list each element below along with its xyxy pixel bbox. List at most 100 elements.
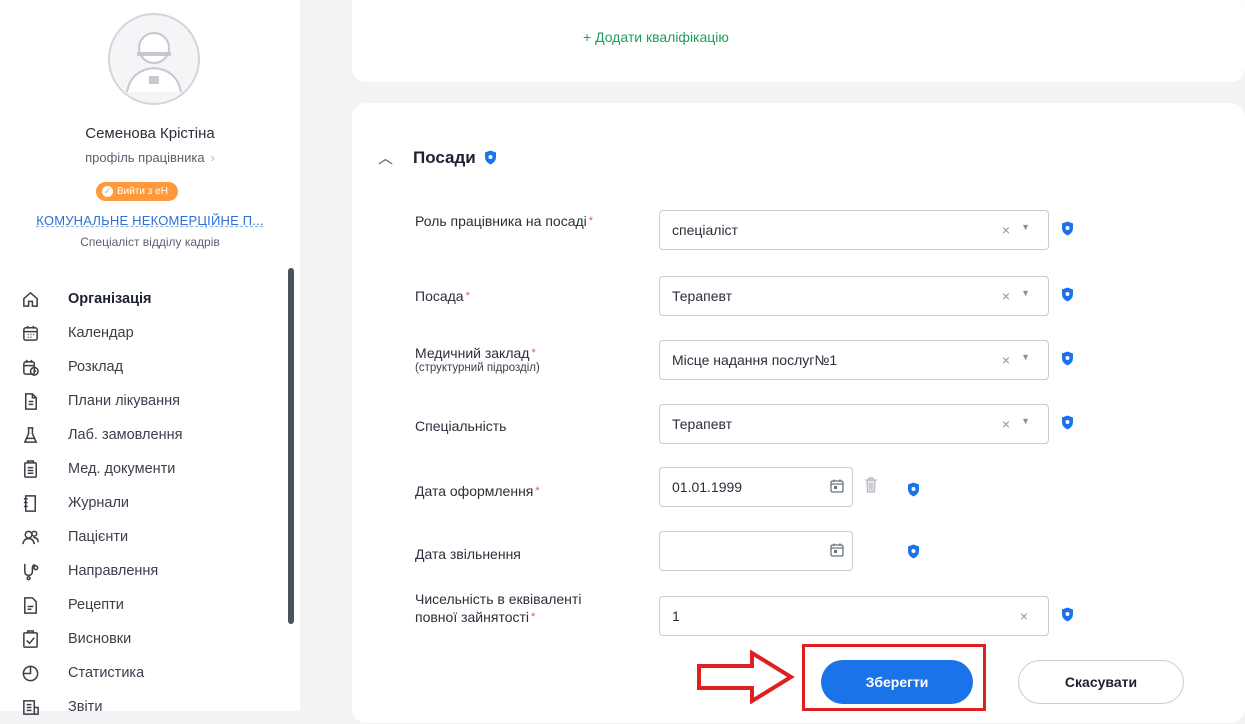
role-select[interactable]: спеціаліст × ▼: [659, 210, 1049, 250]
chevron-down-icon[interactable]: ▼: [1021, 288, 1030, 298]
role-label-wrap: Роль працівника на посаді *: [415, 212, 625, 230]
start-date-label-wrap: Дата оформлення *: [415, 482, 540, 500]
specialty-label-wrap: Спеціальність: [415, 417, 506, 435]
sidebar: Семенова Крістіна профіль працівника › ✓ …: [0, 0, 300, 715]
role-label: Роль працівника на посаді: [415, 213, 587, 229]
sidebar-item-label: Лаб. замовлення: [68, 427, 183, 443]
patients-icon: [20, 527, 40, 547]
organization-name[interactable]: КОМУНАЛЬНЕ НЕКОМЕРЦІЙНЕ П...: [0, 213, 300, 228]
sidebar-item-label: Організація: [68, 291, 152, 307]
calendar-icon: [20, 323, 40, 343]
clear-icon[interactable]: ×: [1002, 352, 1010, 368]
sidebar-item-schedule[interactable]: Розклад: [20, 350, 182, 384]
sidebar-item-label: Звіти: [68, 699, 103, 715]
sidebar-item-label: Мед. документи: [68, 461, 176, 477]
clear-icon[interactable]: ×: [1002, 288, 1010, 304]
sidebar-item-conclusions[interactable]: Висновки: [20, 622, 182, 656]
sidebar-item-treatment-plans[interactable]: Плани лікування: [20, 384, 182, 418]
end-date-input[interactable]: [659, 531, 853, 571]
end-date-label: Дата звільнення: [415, 546, 521, 562]
sidebar-scrollbar[interactable]: [288, 268, 294, 624]
sidebar-item-calendar[interactable]: Календар: [20, 316, 182, 350]
clear-icon[interactable]: ×: [1002, 416, 1010, 432]
schedule-icon: [20, 357, 40, 377]
logout-badge[interactable]: ✓ Вийти з еН: [96, 182, 178, 201]
sidebar-item-lab-orders[interactable]: Лаб. замовлення: [20, 418, 182, 452]
sidebar-item-journals[interactable]: Журнали: [20, 486, 182, 520]
sidebar-item-label: Журнали: [68, 495, 130, 511]
profile-link-label: профіль працівника: [85, 150, 205, 165]
annotation-highlight-box: [802, 644, 986, 711]
chevron-down-icon[interactable]: ▼: [1021, 222, 1030, 232]
chevron-up-icon[interactable]: ︿: [378, 147, 393, 168]
journal-icon: [20, 493, 40, 513]
sidebar-item-statistics[interactable]: Статистика: [20, 656, 182, 690]
position-select[interactable]: Терапевт × ▼: [659, 276, 1049, 316]
facility-label: Медичний заклад: [415, 345, 530, 361]
sidebar-item-label: Статистика: [68, 665, 145, 681]
logout-badge-label: Вийти з еН: [117, 186, 168, 197]
reports-icon: [20, 697, 40, 717]
specialty-select[interactable]: Терапевт × ▼: [659, 404, 1049, 444]
sidebar-item-prescriptions[interactable]: Рецепти: [20, 588, 182, 622]
sidebar-item-label: Рецепти: [68, 597, 124, 613]
statistics-icon: [20, 663, 40, 683]
avatar[interactable]: [107, 12, 201, 106]
conclusion-icon: [20, 629, 40, 649]
start-date-input[interactable]: 01.01.1999: [659, 467, 853, 507]
check-circle-icon: ✓: [102, 186, 113, 197]
position-value: Терапевт: [672, 288, 733, 304]
fte-value: 1: [672, 608, 680, 624]
fte-input[interactable]: 1 ×: [659, 596, 1049, 636]
shield-icon: [1061, 351, 1074, 371]
flask-icon: [20, 425, 40, 445]
sidebar-item-reports[interactable]: Звіти: [20, 690, 182, 724]
user-role: Спеціаліст відділу кадрів: [80, 235, 220, 249]
facility-select[interactable]: Місце надання послуг№1 × ▼: [659, 340, 1049, 380]
add-qualification-link[interactable]: + Додати кваліфікацію: [583, 29, 729, 45]
shield-icon: [1061, 415, 1074, 435]
fte-label-wrap: Чисельність в еквіваленті повної зайнято…: [415, 590, 605, 626]
facility-value: Місце надання послуг№1: [672, 352, 838, 368]
shield-icon: [907, 482, 920, 502]
sidebar-item-label: Плани лікування: [68, 393, 180, 409]
clear-icon[interactable]: ×: [1020, 608, 1028, 624]
profile-link[interactable]: профіль працівника ›: [0, 150, 300, 165]
sidebar-item-label: Розклад: [68, 359, 124, 375]
clear-icon[interactable]: ×: [1002, 222, 1010, 238]
sidebar-item-organization[interactable]: Організація: [20, 282, 182, 316]
chevron-down-icon[interactable]: ▼: [1021, 416, 1030, 426]
facility-sublabel: (структурний підрозділ): [415, 362, 540, 374]
start-date-value: 01.01.1999: [672, 479, 743, 495]
sidebar-item-referrals[interactable]: Направлення: [20, 554, 182, 588]
start-date-label: Дата оформлення: [415, 483, 534, 499]
sidebar-item-medical-documents[interactable]: Мед. документи: [20, 452, 182, 486]
cancel-button[interactable]: Скасувати: [1018, 660, 1184, 704]
chevron-down-icon[interactable]: ▼: [1021, 352, 1030, 362]
shield-icon: [1061, 221, 1074, 241]
trash-icon[interactable]: [864, 477, 878, 493]
required-mark: *: [531, 347, 536, 359]
required-mark: *: [535, 485, 540, 497]
specialty-value: Терапевт: [672, 416, 733, 432]
prescription-icon: [20, 595, 40, 615]
required-mark: *: [465, 290, 470, 302]
user-name: Семенова Крістіна: [85, 125, 215, 142]
medical-document-icon: [20, 459, 40, 479]
sidebar-item-label: Висновки: [68, 631, 132, 647]
position-label: Посада: [415, 288, 464, 304]
specialty-label: Спеціальність: [415, 418, 507, 434]
section-title: Посади: [413, 147, 476, 167]
sidebar-item-label: Календар: [68, 325, 134, 341]
sidebar-item-patients[interactable]: Пацієнти: [20, 520, 182, 554]
calendar-icon[interactable]: [830, 479, 844, 493]
facility-label-wrap: Медичний заклад * (структурний підрозділ): [415, 344, 540, 374]
calendar-icon[interactable]: [830, 543, 844, 557]
required-mark: *: [531, 611, 536, 623]
required-mark: *: [588, 215, 594, 227]
section-header[interactable]: ︿ Посади: [378, 147, 497, 168]
annotation-arrow: [697, 650, 795, 704]
sidebar-item-label: Направлення: [68, 563, 159, 579]
shield-icon: [484, 150, 497, 165]
shield-icon: [907, 544, 920, 564]
